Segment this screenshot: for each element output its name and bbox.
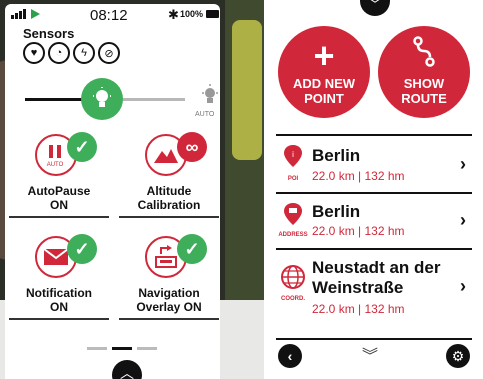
check-icon: ✓ — [67, 132, 97, 162]
point-distance: 22.0 km | 132 hm — [312, 169, 405, 183]
auto-brightness-icon[interactable] — [201, 84, 219, 108]
navigation-menu-screen: ﹀ + ADD NEW POINT SHOW ROUTE i POI Berli… — [264, 0, 483, 379]
notification-toggle[interactable]: ✓ Notification ON — [9, 234, 109, 328]
clock: 08:12 — [90, 7, 128, 24]
notification-label: Notification ON — [26, 286, 92, 314]
point-distance: 22.0 km | 132 hm — [312, 302, 405, 316]
infinity-icon: ∞ — [177, 132, 207, 162]
plus-icon: + — [313, 35, 335, 76]
globe-icon — [281, 265, 305, 289]
double-chevron-down-icon[interactable]: ︾ — [362, 342, 378, 366]
sensor-icons[interactable]: ♥ ◔ ϟ ⊘ — [23, 42, 120, 64]
address-pin-icon — [284, 203, 302, 225]
battery-icon — [206, 10, 219, 18]
status-bar: 08:12 ✱ 100% — [5, 4, 220, 26]
autopause-label: AutoPause ON — [27, 184, 91, 212]
battery-percentage: 100% — [180, 9, 204, 19]
back-icon[interactable]: ‹ — [278, 344, 302, 368]
svg-text:i: i — [292, 150, 294, 159]
bulb-icon — [93, 87, 111, 107]
play-icon — [31, 9, 40, 19]
add-new-point-button[interactable]: + ADD NEW POINT — [278, 26, 370, 118]
point-name: Berlin — [312, 202, 361, 221]
point-name: Berlin — [312, 146, 361, 165]
bluetooth-icon: ✱ — [168, 7, 179, 22]
sensors-title: Sensors — [23, 26, 75, 41]
navigation-overlay-label: Navigation Overlay ON — [136, 286, 202, 314]
list-item[interactable]: COORD. Neustadt an der Weinstraße 22.0 k… — [276, 248, 472, 328]
altitude-calibration-label: Altitude Calibration — [137, 184, 201, 212]
quick-settings-screen: 08:12 ✱ 100% Sensors ♥ ◔ ϟ ⊘ AUTO AUTO ✓… — [5, 4, 220, 379]
list-item[interactable]: ADDRESS Berlin 22.0 km | 132 hm › — [276, 192, 472, 248]
heart-rate-icon[interactable]: ♥ — [23, 42, 45, 64]
svg-text:AUTO: AUTO — [47, 162, 64, 168]
list-item[interactable]: i POI Berlin 22.0 km | 132 hm › — [276, 134, 472, 192]
page-indicator — [87, 347, 157, 350]
show-route-button[interactable]: SHOW ROUTE — [378, 26, 470, 118]
point-name: Neustadt an der Weinstraße — [312, 258, 441, 297]
poi-pin-icon: i — [284, 145, 302, 167]
autopause-toggle[interactable]: AUTO ✓ AutoPause ON — [9, 132, 109, 226]
chevron-right-icon: › — [460, 276, 466, 296]
chevron-down-icon[interactable]: ﹀ — [360, 0, 390, 16]
brightness-slider-handle[interactable] — [81, 78, 123, 120]
chevron-right-icon: › — [460, 210, 466, 230]
navigation-overlay-toggle[interactable]: ✓ Navigation Overlay ON — [119, 234, 219, 328]
auto-brightness-label: AUTO — [195, 111, 215, 118]
check-icon: ✓ — [177, 234, 207, 264]
chevron-right-icon: › — [460, 154, 466, 174]
gear-icon[interactable]: ⚙ — [446, 344, 470, 368]
points-list: i POI Berlin 22.0 km | 132 hm › ADDRESS … — [276, 134, 472, 328]
signal-icon — [11, 9, 26, 19]
altitude-calibration-button[interactable]: ∞ Altitude Calibration — [119, 132, 219, 226]
speed-sensor-icon[interactable]: ◔ — [48, 42, 70, 64]
chevron-up-icon[interactable]: ︿ — [112, 360, 142, 379]
cadence-icon[interactable]: ⊘ — [98, 42, 120, 64]
point-distance: 22.0 km | 132 hm — [312, 224, 405, 238]
power-icon[interactable]: ϟ — [73, 42, 95, 64]
route-icon — [378, 36, 470, 76]
check-icon: ✓ — [67, 234, 97, 264]
